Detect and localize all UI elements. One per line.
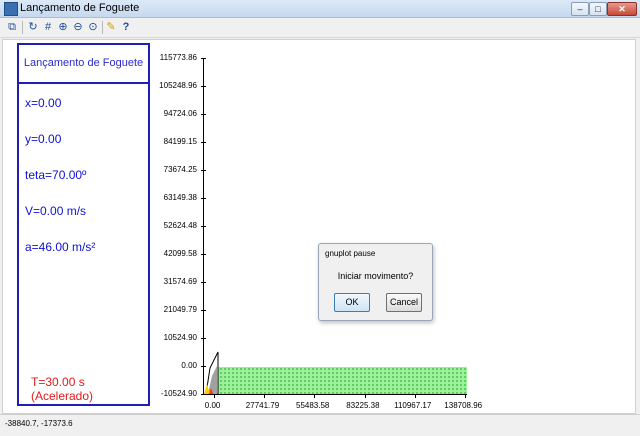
toolbar-separator xyxy=(22,21,23,34)
mouse-coordinates: -38840.7, -17373.6 xyxy=(5,419,73,428)
x-tick-label: 83225.38 xyxy=(346,401,380,410)
maximize-button[interactable]: □ xyxy=(589,2,607,16)
info-panel-header: Lançamento de Foguete xyxy=(19,45,148,84)
x-tick-label: 110967.17 xyxy=(394,401,432,410)
y-tick-label: -10524.90 xyxy=(160,389,197,398)
x-tick-label: 138708.96 xyxy=(444,401,483,410)
y-value: y=0.00 xyxy=(25,132,62,146)
toolbar: ⧉ ↻ # ⊕ ⊖ ⊙ ✎ ? xyxy=(0,18,640,38)
y-tick-label: 63149.38 xyxy=(163,192,197,202)
y-tick xyxy=(201,170,206,171)
time-value: T=30.00 s (Acelerado) xyxy=(31,375,94,403)
ok-button[interactable]: OK xyxy=(334,293,370,312)
x-tick-label: 0.00 xyxy=(204,401,221,410)
gnuplot-window: Lançamento de Foguete – □ ✕ ⧉ ↻ # ⊕ ⊖ ⊙ … xyxy=(0,0,640,436)
x-tick xyxy=(364,394,366,398)
y-tick xyxy=(201,114,206,115)
settings-icon[interactable]: ✎ xyxy=(104,20,118,34)
y-tick xyxy=(201,310,206,311)
y-tick-label: 0.00 xyxy=(181,361,197,370)
rocket-icon xyxy=(204,351,219,395)
y-tick-label: 105248.96 xyxy=(159,81,197,90)
y-tick-label: 115773.86 xyxy=(159,53,197,62)
zoom-out-icon[interactable]: ⊖ xyxy=(71,20,85,34)
angle-value: teta=70.00º xyxy=(25,168,87,182)
cancel-button[interactable]: Cancel xyxy=(386,293,422,312)
help-icon[interactable]: ? xyxy=(119,20,133,34)
title-bar[interactable]: Lançamento de Foguete – □ ✕ xyxy=(0,0,640,18)
y-tick-label: 52624.48 xyxy=(163,221,197,230)
y-tick-label: 73674.25 xyxy=(163,165,197,174)
y-tick-label: 94724.06 xyxy=(163,109,197,118)
x-tick xyxy=(314,394,316,398)
x-value: x=0.00 xyxy=(25,96,62,110)
zoom-fit-icon[interactable]: ⊙ xyxy=(86,20,100,34)
pause-dialog[interactable]: gnuplot pause Iniciar movimento? OK Canc… xyxy=(318,243,433,321)
y-tick-label: 42099.58 xyxy=(163,249,197,258)
x-tick-label: 27741.79 xyxy=(245,401,280,410)
info-panel-title: Lançamento de Foguete xyxy=(23,57,144,69)
y-tick xyxy=(201,226,206,227)
ground-area xyxy=(214,367,467,394)
y-tick xyxy=(201,142,206,143)
x-tick xyxy=(465,394,466,398)
y-tick xyxy=(201,254,206,255)
toolbar-separator xyxy=(102,21,103,34)
x-axis xyxy=(203,394,467,395)
minimize-button[interactable]: – xyxy=(571,2,589,16)
close-button[interactable]: ✕ xyxy=(607,2,637,16)
y-tick-label: 31574.69 xyxy=(163,277,197,286)
y-tick xyxy=(201,337,206,339)
y-tick-label: 21049.79 xyxy=(163,305,197,314)
y-tick xyxy=(201,282,206,283)
velocity-value: V=0.00 m/s xyxy=(25,204,87,218)
y-tick-label: 10524.90 xyxy=(163,332,197,342)
y-tick xyxy=(201,58,206,59)
x-tick-label: 55483.58 xyxy=(296,401,330,410)
info-panel: Lançamento de Foguete x=0.00 y=0.00 teta… xyxy=(17,43,150,406)
zoom-in-icon[interactable]: ⊕ xyxy=(56,20,70,34)
x-tick xyxy=(414,394,416,398)
y-tick xyxy=(201,197,206,199)
replot-icon[interactable]: ↻ xyxy=(26,20,40,34)
y-tick xyxy=(201,86,206,87)
window-title: Lançamento de Foguete xyxy=(20,2,140,14)
grid-icon[interactable]: # xyxy=(41,20,55,34)
dialog-message: Iniciar movimento? xyxy=(337,271,414,281)
copy-icon[interactable]: ⧉ xyxy=(5,20,19,34)
x-tick xyxy=(264,394,266,398)
acceleration-value: a=46.00 m/s² xyxy=(25,240,96,254)
y-tick-label: 84199.15 xyxy=(163,137,197,146)
dialog-title: gnuplot pause xyxy=(325,249,376,258)
gnuplot-window-icon xyxy=(4,2,18,16)
status-bar: -38840.7, -17373.6 xyxy=(0,414,640,436)
